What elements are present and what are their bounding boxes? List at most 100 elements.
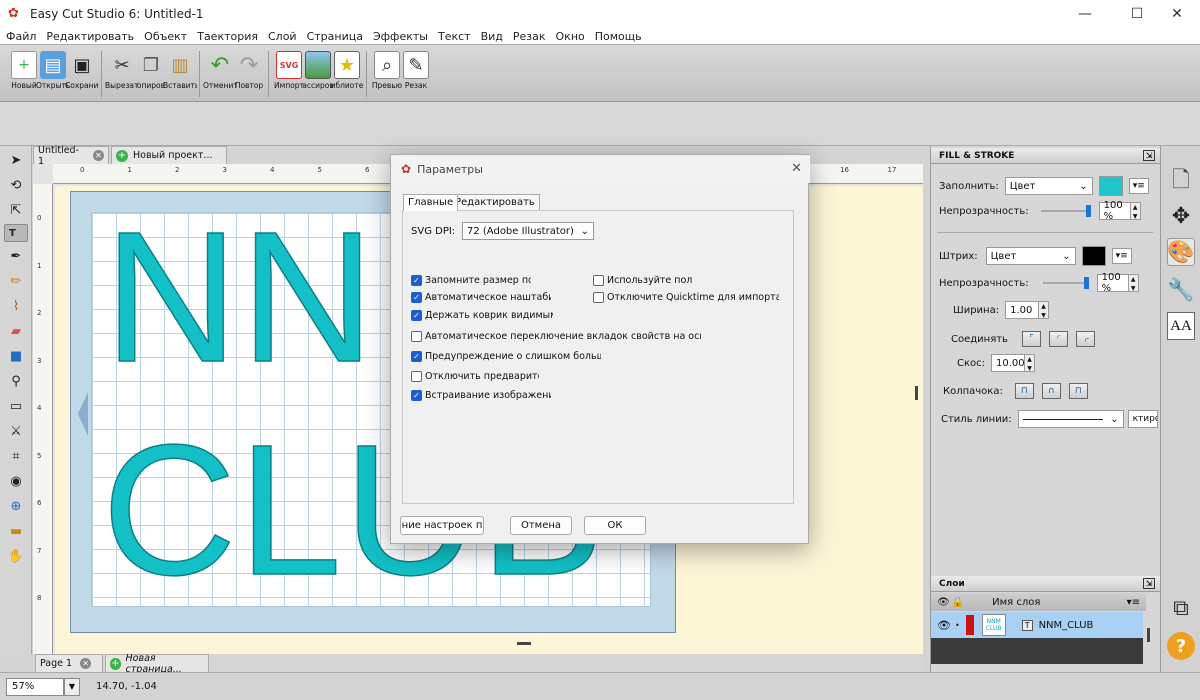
close-page-icon[interactable]: ✕ [80,658,92,669]
close-button[interactable]: ✕ [1154,0,1200,28]
ok-button[interactable]: ОК [584,516,646,535]
layers-scrollbar[interactable] [1147,628,1150,642]
cutter-button[interactable]: ✎ Резак [402,45,430,90]
preview-button[interactable]: ⌕ Превью [372,45,402,90]
fill-options-button[interactable]: ▾≡ [1128,178,1149,194]
spinner-icon[interactable]: ▲ ▼ [1039,301,1050,319]
move-arrows-icon[interactable]: ✥ [1167,202,1195,230]
text-tool-icon[interactable]: T [4,224,28,242]
square-cap-icon[interactable]: ⊓ [1068,383,1088,399]
checkbox-auto-switch-tabs[interactable]: Автоматическое переключение вкладок свой… [411,331,701,342]
help-icon[interactable]: ? [1167,632,1195,660]
menu-window[interactable]: Окно [556,30,585,43]
checkbox-box[interactable]: ✓ [411,390,422,401]
menu-view[interactable]: Вид [481,30,503,43]
stroke-opacity-input[interactable]: 100 % [1096,272,1129,294]
shape-tool-icon[interactable]: ■ [4,345,28,367]
open-button[interactable]: ▤ Открыть [36,45,70,90]
menu-file[interactable]: Файл [6,30,36,43]
svg-dpi-select[interactable]: 72 (Adobe Illustrator) ⌄ [462,222,594,240]
tab-edit[interactable]: Редактировать [450,194,540,211]
close-tab-icon[interactable]: ✕ [93,150,104,161]
checkbox-box[interactable] [411,331,422,342]
checkbox-use-full[interactable]: Используйте полн [593,275,693,286]
pen-tool-icon[interactable]: ✒ [4,245,28,267]
library-button[interactable]: ★ иблиоте [331,45,363,90]
line-style-select[interactable]: ⌄ [1017,410,1124,428]
hand-tool-icon[interactable]: ✋ [4,545,28,567]
tab-main[interactable]: Главные [403,194,459,211]
new-project-tab[interactable]: + Новый проект... [111,146,227,164]
doc-tab-untitled[interactable]: Untitled-1 ✕ [33,145,109,167]
font-icon[interactable]: AA [1167,312,1195,340]
checkbox-box[interactable]: ✓ [411,351,422,362]
fill-type-select[interactable]: Цвет ⌄ [1004,177,1093,195]
copy-button[interactable]: ❐ опиров [137,45,165,91]
menu-effects[interactable]: Эффекты [373,30,428,43]
miter-join-icon[interactable]: ⌜ [1021,331,1041,347]
save-button[interactable]: ▣Сохранит [65,45,99,91]
node-edit-tool-icon[interactable]: ⇱ [4,199,28,221]
eye-icon[interactable]: 👁 [937,619,951,632]
checkbox-box[interactable]: ✓ [411,310,422,321]
zoom-tool-icon[interactable]: ⊕ [4,495,28,517]
checkbox-box[interactable] [593,275,604,286]
miter-input[interactable]: 10.00 [991,354,1026,372]
palette-icon[interactable]: 🎨 [1167,238,1195,266]
lasso-tool-icon[interactable]: ⟲ [4,174,28,196]
checkbox-keep-mat-visible[interactable]: ✓Держать коврик видимым во [411,310,553,321]
wrench-icon[interactable]: 🔧 [1167,276,1195,304]
menu-object[interactable]: Объект [144,30,187,43]
gradient-tool-icon[interactable]: ▭ [4,395,28,417]
close-icon[interactable]: ✕ [791,161,802,176]
spinner-icon[interactable]: ▲ ▼ [1025,354,1036,372]
minimize-button[interactable]: — [1062,0,1108,28]
spinner-icon[interactable]: ▲ ▼ [1128,274,1139,292]
menu-path[interactable]: Таектория [197,30,258,43]
stroke-type-select[interactable]: Цвет ⌄ [985,247,1076,265]
cancel-button[interactable]: Отмена [510,516,572,535]
redo-button[interactable]: ↷ Повтор [235,45,263,91]
layer-color-swatch[interactable] [965,615,974,635]
zoom-input[interactable]: 57% [6,677,64,696]
splitter-handle[interactable] [517,642,531,645]
chevron-down-icon[interactable]: ▼ [64,677,80,696]
import-button[interactable]: SVG Импорт [274,45,304,90]
checkbox-box[interactable] [411,371,422,382]
checkbox-box[interactable]: ✓ [411,275,422,286]
contour-tool-icon[interactable]: ◉ [4,470,28,492]
checkbox-box[interactable] [593,292,604,303]
new-button[interactable]: + Новый [10,45,38,90]
v-splitter-handle[interactable] [915,386,918,400]
cut-button[interactable]: ✂Вырезать [105,45,139,91]
checkbox-remember-size[interactable]: ✓Запомните размер после [411,275,531,286]
checkbox-disable-quicktime[interactable]: Отключите Quicktime для импорта изоб [593,292,779,303]
eraser-tool-icon[interactable]: ▰ [4,320,28,342]
dash-style-select[interactable]: ктиро [1127,410,1158,428]
new-page-tab[interactable]: + Новая страница... [105,653,209,675]
pencil-tool-icon[interactable]: ✏ [4,270,28,292]
dock-panel-icon[interactable]: ⇲ [1143,578,1155,589]
trace-button[interactable]: ассиров [302,45,334,90]
round-cap-icon[interactable]: ∩ [1041,383,1061,399]
checkbox-disable-preview[interactable]: Отключить предварител [411,371,539,382]
undo-button[interactable]: ↶Отменить [203,45,237,91]
layers-stack-icon[interactable]: ⧉ [1167,594,1195,622]
reset-defaults-button[interactable]: ение настроек по [400,516,484,535]
checkbox-box[interactable]: ✓ [411,292,422,303]
fill-opacity-input[interactable]: 100 % [1098,200,1131,222]
checkbox-auto-scale[interactable]: ✓Автоматическое наштабиров [411,292,551,303]
menu-text[interactable]: Текст [438,30,471,43]
stroke-opacity-slider[interactable] [1042,277,1089,289]
page-tab-1[interactable]: Page 1 ✕ [35,654,103,672]
dock-panel-icon[interactable]: ⇲ [1143,150,1155,161]
menu-help[interactable]: Помощь [595,30,642,43]
round-join-icon[interactable]: ◜ [1048,331,1068,347]
checkbox-embed-images[interactable]: ✓Встраивание изображений в [411,390,551,401]
fill-color-swatch[interactable] [1098,176,1123,196]
layer-menu-icon[interactable]: ▾≡ [1127,597,1140,608]
select-tool-icon[interactable]: ➤ [4,149,28,171]
knife-tool-icon[interactable]: ⚔ [4,420,28,442]
ruler-tool-icon[interactable]: ▬ [4,520,28,542]
fill-opacity-slider[interactable] [1040,205,1091,217]
